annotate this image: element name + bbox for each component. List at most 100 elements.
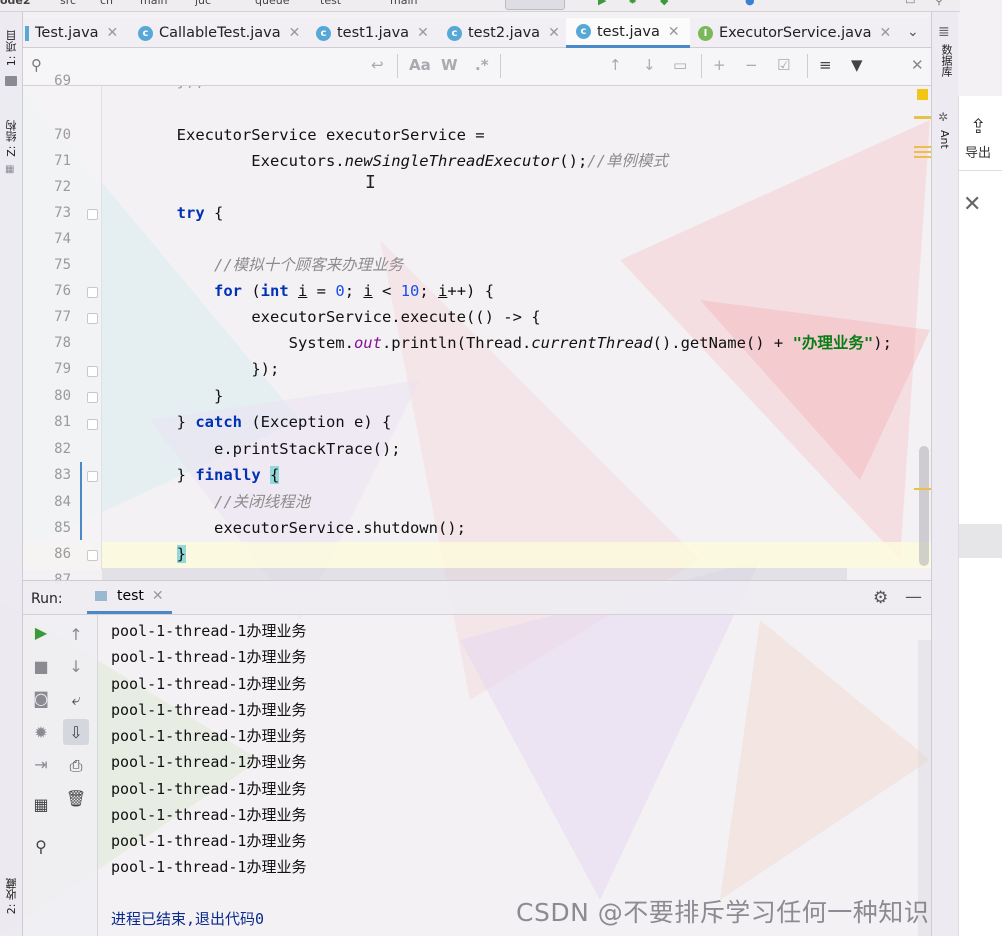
minimize-icon[interactable]: — (905, 587, 922, 607)
tab-label: test.java (597, 23, 660, 40)
fold-marker-icon[interactable] (87, 209, 98, 220)
line-number: 72 (54, 179, 71, 195)
breadcrumb-item[interactable]: cn (100, 0, 113, 7)
debug-icon[interactable]: ✹ (628, 0, 637, 7)
marker[interactable] (914, 116, 931, 119)
soft-wrap-icon[interactable]: ⤶ (65, 689, 87, 711)
add-occurrence-icon[interactable]: + (713, 56, 726, 74)
select-all-icon[interactable]: ▭ (673, 56, 687, 74)
close-icon[interactable]: ✕ (417, 25, 429, 41)
console-output[interactable]: pool-1-thread-1办理业务 pool-1-thread-1办理业务 … (98, 615, 918, 936)
code-line-82: e.printStackTrace(); (213, 440, 401, 458)
breadcrumb-item[interactable]: main (390, 0, 417, 7)
console-line: pool-1-thread-1办理业务 (111, 806, 307, 824)
line-number: 81 (54, 414, 71, 430)
coverage-icon[interactable]: ◆ (660, 0, 668, 7)
stop-icon[interactable]: ■ (30, 655, 52, 677)
rerun-icon[interactable]: ▶ (30, 621, 52, 643)
settings-icon[interactable]: ▭ (905, 0, 915, 7)
pin-icon[interactable]: ⚲ (30, 835, 52, 857)
code-line-73: try { (176, 204, 224, 222)
marker[interactable] (914, 151, 931, 153)
close-icon[interactable]: ✕ (879, 25, 891, 41)
tab-test-java[interactable]: Test.java ✕ (23, 18, 118, 48)
debug-icon[interactable]: ✹ (30, 721, 52, 743)
filter-settings-icon[interactable]: ≡ (819, 56, 832, 74)
line-number-gutter: 69 70 71 72 73 74 75 76 77 78 79 80 81 8… (23, 73, 102, 588)
console-line: pool-1-thread-1办理业务 (111, 753, 307, 771)
fold-marker-icon[interactable] (87, 550, 98, 561)
close-icon[interactable]: ✕ (152, 588, 164, 604)
exit-icon[interactable]: ⇥ (30, 753, 52, 775)
ant-tool-button[interactable]: Ant (938, 130, 951, 149)
search-input[interactable] (53, 56, 353, 78)
breadcrumb-item[interactable]: juc (195, 0, 211, 7)
favorites-tool-button[interactable]: 2: 收藏 (4, 878, 20, 914)
run-tab-test[interactable]: test ✕ (87, 581, 172, 614)
fold-marker-icon[interactable] (87, 313, 98, 324)
tab-executorservice-java[interactable]: I ExecutorService.java ✕ (698, 18, 891, 48)
close-icon[interactable]: ✕ (289, 25, 301, 41)
close-icon[interactable]: ✕ (911, 56, 924, 74)
breadcrumb-item[interactable]: queue (255, 0, 289, 7)
fold-marker-icon[interactable] (87, 419, 98, 430)
tab-test-java-active[interactable]: c test.java ✕ (566, 18, 690, 48)
code-line-76: for (int i = 0; i < 10; i++) { (213, 282, 495, 300)
arrow-up-icon[interactable]: ↑ (65, 623, 87, 645)
code-editor[interactable]: }); ExecutorService executorService = Ex… (102, 86, 917, 570)
close-icon[interactable]: ✕ (107, 25, 119, 41)
fold-marker-icon[interactable] (87, 366, 98, 377)
update-icon[interactable]: ● (745, 0, 755, 7)
filter-icon[interactable]: ▼ (851, 56, 863, 74)
warning-marker-icon[interactable] (917, 89, 928, 100)
search-everywhere-icon[interactable]: ⚲ (935, 0, 943, 7)
arrow-up-icon[interactable]: ↑ (609, 56, 622, 74)
regex-button[interactable]: .* (475, 56, 489, 74)
export-icon[interactable]: ⇪ (970, 114, 987, 138)
toggle-select-icon[interactable]: ☑ (777, 56, 790, 74)
layout-icon[interactable]: ▦ (30, 793, 52, 815)
database-tool-button[interactable]: 数据库 (938, 44, 954, 77)
match-case-button[interactable]: Aa (409, 56, 431, 74)
gear-icon[interactable]: ⚙ (873, 588, 888, 608)
tab-label: test2.java (468, 25, 541, 41)
chevron-down-icon[interactable]: ⌄ (907, 24, 919, 40)
breadcrumb-item[interactable]: test (320, 0, 341, 7)
arrow-down-icon[interactable]: ↓ (65, 655, 87, 677)
structure-tool-button[interactable]: Z: 结构 (4, 120, 20, 157)
camera-icon[interactable]: ◙ (30, 687, 52, 709)
breadcrumb-item[interactable]: ode2 (0, 0, 31, 7)
console-scrollbar[interactable] (918, 640, 931, 936)
editor-scrollbar[interactable] (914, 86, 931, 570)
close-icon[interactable]: ✕ (963, 192, 981, 217)
export-label[interactable]: 导出 (965, 142, 991, 161)
fold-marker-icon[interactable] (87, 471, 98, 482)
tab-test2-java[interactable]: c test2.java ✕ (447, 18, 560, 48)
tab-label: test1.java (337, 25, 410, 41)
close-icon[interactable]: ✕ (548, 25, 560, 41)
close-icon[interactable]: ✕ (668, 24, 680, 40)
trash-icon[interactable]: 🗑 (65, 787, 87, 809)
remove-occurrence-icon[interactable]: − (745, 56, 758, 74)
marker[interactable] (914, 146, 931, 148)
breadcrumb-item[interactable]: main (140, 0, 167, 7)
breadcrumb-item[interactable]: src (60, 0, 76, 7)
horizontal-scrollbar[interactable] (102, 568, 847, 580)
tab-test1-java[interactable]: c test1.java ✕ (316, 18, 429, 48)
run-config-selector[interactable] (505, 0, 565, 10)
fold-marker-icon[interactable] (87, 287, 98, 298)
tab-callabletest-java[interactable]: c CallableTest.java ✕ (138, 18, 300, 48)
words-button[interactable]: W (441, 56, 458, 74)
run-toolbar: ▶ ↑ ■ ↓ ◙ ⤶ ✹ ⇩ ⇥ ⎙ 🗑 ▦ ⚲ (23, 615, 98, 936)
project-tool-button[interactable]: 1: 项目 (4, 30, 20, 66)
line-number: 82 (54, 441, 71, 457)
scrollbar-thumb[interactable] (919, 446, 929, 566)
arrow-down-icon[interactable]: ↓ (643, 56, 656, 74)
marker[interactable] (914, 488, 931, 490)
print-icon[interactable]: ⎙ (65, 755, 87, 777)
scroll-to-end-icon[interactable]: ⇩ (63, 719, 89, 745)
marker[interactable] (914, 156, 931, 158)
fold-marker-icon[interactable] (87, 392, 98, 403)
run-icon[interactable]: ▶ (598, 0, 606, 7)
new-line-icon[interactable]: ↩ (371, 56, 384, 74)
